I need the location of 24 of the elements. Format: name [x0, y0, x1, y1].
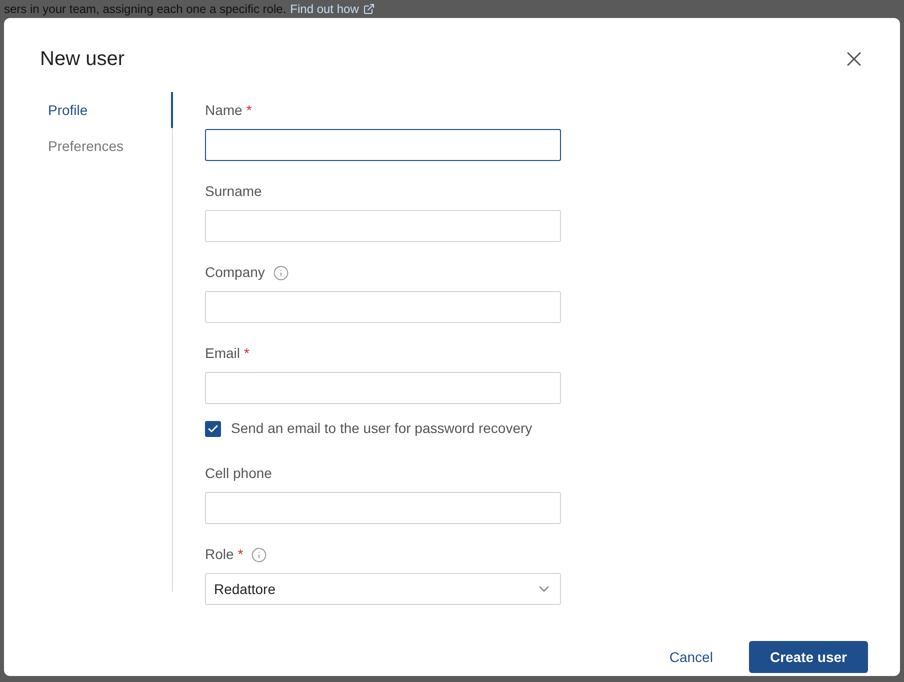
cancel-button[interactable]: Cancel — [665, 646, 717, 668]
field-label: Cell phone — [205, 464, 272, 483]
field-label: Name — [205, 101, 242, 120]
info-icon[interactable] — [272, 264, 289, 280]
nav-tab[interactable]: Profile — [4, 92, 173, 128]
required-mark: * — [246, 101, 252, 120]
required-mark: * — [244, 344, 250, 363]
background-text: sers in your team, assigning each one a specific role. — [4, 1, 286, 18]
checkbox-label: Send an email to the user for password recovery — [231, 419, 532, 438]
text-input[interactable] — [205, 129, 561, 161]
field-label: Surname — [205, 182, 262, 201]
find-out-link[interactable]: Find out how — [290, 0, 359, 18]
role-select[interactable]: Redattore — [205, 573, 561, 605]
check-icon — [207, 422, 219, 434]
info-icon[interactable] — [251, 546, 268, 562]
external-link-icon — [362, 3, 375, 15]
field-label: Company — [205, 263, 265, 282]
dialog-title: New user — [40, 47, 124, 72]
create-user-button[interactable]: Create user — [748, 641, 868, 673]
checkbox[interactable] — [205, 420, 221, 436]
field-label: Role — [205, 545, 234, 564]
required-mark: * — [238, 545, 244, 564]
nav-tab[interactable]: Preferences — [4, 128, 173, 164]
field-label: Email — [205, 344, 240, 363]
